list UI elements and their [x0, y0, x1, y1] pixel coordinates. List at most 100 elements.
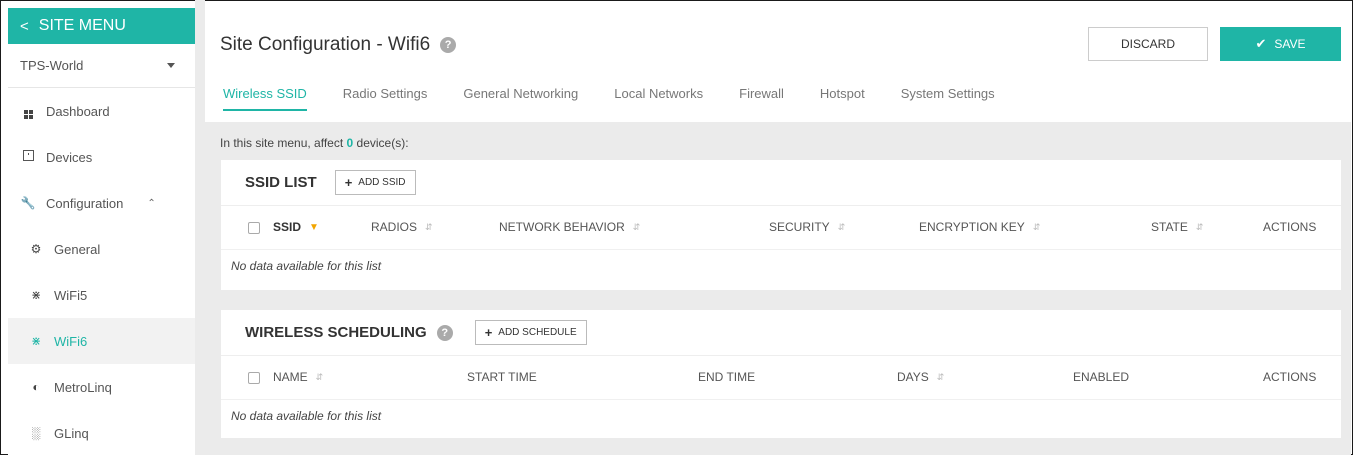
tab-system-settings[interactable]: System Settings — [901, 86, 995, 111]
scheduling-card: WIRELESS SCHEDULING ? + ADD SCHEDULE NAM… — [221, 310, 1341, 438]
column-ssid[interactable]: SSID ▼ — [273, 220, 319, 234]
sidebar: < SITE MENU TPS-World Dashboard Devices … — [8, 8, 195, 455]
column-network-behavior[interactable]: NETWORK BEHAVIOR ⇵ — [499, 220, 640, 234]
column-label: ENABLED — [1073, 370, 1130, 384]
scheduling-header: WIRELESS SCHEDULING ? + ADD SCHEDULE — [221, 310, 1341, 356]
add-schedule-label: ADD SCHEDULE — [498, 327, 577, 338]
caret-down-icon — [167, 63, 175, 68]
column-label: SSID — [273, 220, 302, 234]
devices-icon — [20, 150, 36, 164]
affect-suffix: device(s): — [353, 136, 409, 150]
column-end-time: END TIME — [698, 370, 755, 384]
tab-local-networks[interactable]: Local Networks — [614, 86, 703, 111]
sidebar-item-dashboard[interactable]: Dashboard — [8, 88, 195, 134]
sidebar-item-label: GLinq — [54, 425, 89, 441]
glinq-icon: ░ — [31, 426, 41, 440]
sidebar-item-label: WiFi6 — [54, 333, 88, 349]
sidebar-item-wifi5[interactable]: ⋇ WiFi5 — [8, 272, 195, 318]
sort-icon: ⇵ — [1195, 221, 1204, 232]
wifi5-icon: ⋇ — [30, 288, 42, 302]
column-start-time: START TIME — [467, 370, 537, 384]
sort-icon: ⇵ — [837, 221, 846, 232]
tab-radio-settings[interactable]: Radio Settings — [343, 86, 428, 111]
discard-label: DISCARD — [1120, 37, 1175, 51]
select-all-checkbox[interactable] — [248, 372, 260, 384]
wrench-icon: 🔧 — [20, 196, 36, 210]
dashboard-icon — [20, 103, 36, 119]
column-label: SECURITY — [769, 220, 830, 234]
add-ssid-button[interactable]: + ADD SSID — [334, 170, 416, 195]
chevron-left-icon: < — [20, 17, 29, 35]
scheduling-title: WIRELESS SCHEDULING — [245, 324, 427, 341]
column-label: ACTIONS — [1263, 370, 1317, 384]
metrolinq-icon: ◐ — [32, 380, 40, 394]
sidebar-item-configuration[interactable]: 🔧 Configuration ⌃ — [8, 180, 195, 226]
ssid-list-title: SSID LIST — [245, 174, 317, 191]
tab-wireless-ssid[interactable]: Wireless SSID — [223, 86, 307, 111]
ssid-list-header: SSID LIST + ADD SSID — [221, 160, 1341, 206]
column-name[interactable]: NAME ⇵ — [273, 370, 323, 384]
column-label: END TIME — [698, 370, 756, 384]
chevron-up-icon: ⌃ — [147, 197, 156, 209]
column-security[interactable]: SECURITY ⇵ — [769, 220, 845, 234]
help-icon[interactable]: ? — [440, 37, 457, 53]
sidebar-item-label: Configuration — [46, 195, 124, 211]
column-state[interactable]: STATE ⇵ — [1151, 220, 1203, 234]
site-menu-label: SITE MENU — [38, 17, 126, 34]
sidebar-item-metrolinq[interactable]: ◐ MetroLinq — [8, 364, 195, 410]
column-days[interactable]: DAYS ⇵ — [897, 370, 944, 384]
ssid-table-header: SSID ▼ RADIOS ⇵ NETWORK BEHAVIOR ⇵ SECURITY… — [221, 206, 1341, 250]
discard-button[interactable]: DISCARD — [1088, 27, 1208, 61]
column-actions: ACTIONS — [1263, 370, 1316, 384]
add-ssid-label: ADD SSID — [358, 177, 406, 188]
site-select-value: TPS-World — [20, 58, 84, 73]
sort-icon: ⇵ — [1032, 221, 1041, 232]
sidebar-item-label: WiFi5 — [54, 287, 88, 303]
sort-icon: ⇵ — [936, 371, 945, 382]
column-label: DAYS — [897, 370, 929, 384]
column-label: RADIOS — [371, 220, 418, 234]
column-label: ENCRYPTION KEY — [919, 220, 1025, 234]
sidebar-item-devices[interactable]: Devices — [8, 134, 195, 180]
sidebar-item-label: General — [54, 241, 101, 257]
sidebar-item-wifi6[interactable]: ⋇ WiFi6 — [8, 318, 195, 364]
check-icon: ✔ — [1255, 36, 1267, 51]
column-encryption-key[interactable]: ENCRYPTION KEY ⇵ — [919, 220, 1040, 234]
sort-desc-icon: ▼ — [309, 221, 319, 233]
main-content: Site Configuration - Wifi6 ? DISCARD ✔ S… — [205, 0, 1351, 455]
help-icon[interactable]: ? — [436, 324, 453, 341]
page-title: Site Configuration - Wifi6 ? — [220, 34, 457, 56]
sidebar-item-glinq[interactable]: ░ GLinq — [8, 410, 195, 455]
ssid-list-card: SSID LIST + ADD SSID SSID ▼ RADIOS ⇵ NETWO… — [221, 160, 1341, 290]
sort-icon: ⇵ — [425, 221, 433, 232]
affect-devices-text: In this site menu, affect 0 device(s): — [220, 136, 409, 150]
save-button[interactable]: ✔ SAVE — [1220, 27, 1341, 61]
scheduling-empty-message: No data available for this list — [231, 409, 382, 423]
sidebar-divider — [195, 0, 205, 455]
column-radios[interactable]: RADIOS ⇵ — [371, 220, 433, 234]
sidebar-item-general[interactable]: ⚙ General — [8, 226, 195, 272]
gear-icon: ⚙ — [30, 242, 42, 256]
column-label: STATE — [1151, 220, 1188, 234]
ssid-empty-message: No data available for this list — [231, 259, 382, 273]
scheduling-table-header: NAME ⇵ START TIME END TIME DAYS ⇵ ENABLED … — [221, 356, 1341, 400]
page-title-text: Site Configuration - Wifi6 — [220, 34, 431, 55]
sidebar-item-label: Devices — [46, 149, 93, 165]
tab-hotspot[interactable]: Hotspot — [820, 86, 865, 111]
column-actions: ACTIONS — [1263, 220, 1316, 234]
save-label: SAVE — [1274, 37, 1306, 51]
site-select[interactable]: TPS-World — [8, 44, 195, 88]
sort-icon: ⇵ — [315, 371, 324, 382]
column-label: ACTIONS — [1263, 220, 1317, 234]
column-label: NAME — [273, 370, 308, 384]
column-label: START TIME — [467, 370, 537, 384]
tab-bar: Wireless SSID Radio Settings General Net… — [223, 86, 1031, 111]
add-schedule-button[interactable]: + ADD SCHEDULE — [474, 320, 587, 345]
select-all-checkbox[interactable] — [248, 222, 260, 234]
sort-icon: ⇵ — [632, 221, 641, 232]
site-menu-back-button[interactable]: < SITE MENU — [8, 8, 195, 44]
plus-icon: + — [484, 325, 493, 340]
column-enabled: ENABLED — [1073, 370, 1129, 384]
tab-firewall[interactable]: Firewall — [739, 86, 784, 111]
tab-general-networking[interactable]: General Networking — [463, 86, 578, 111]
